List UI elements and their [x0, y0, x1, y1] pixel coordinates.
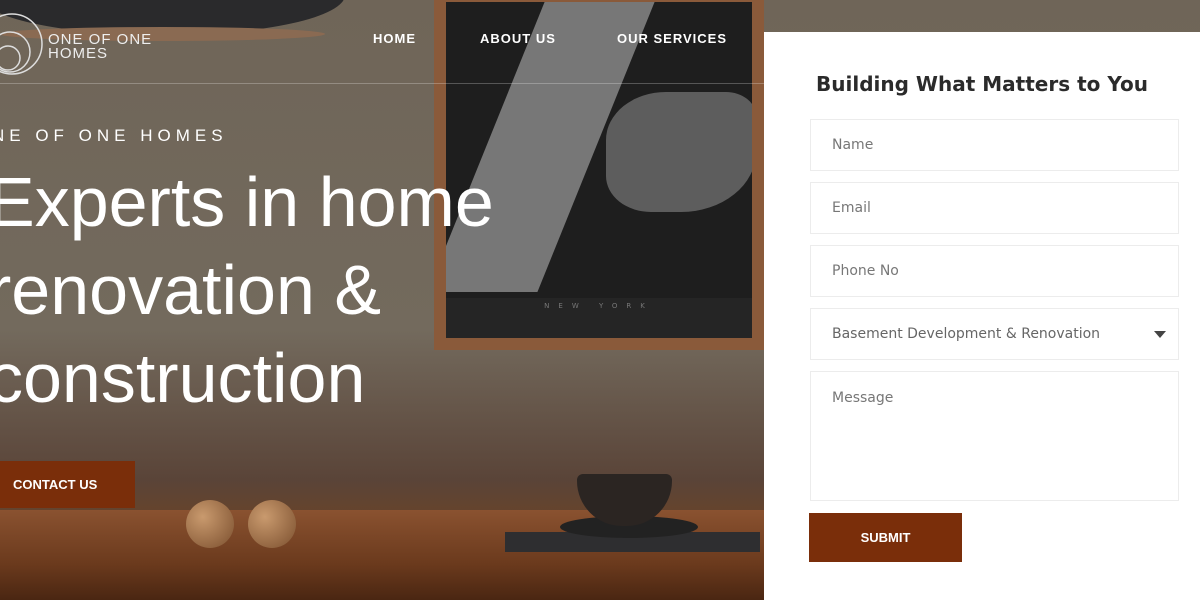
nav-our-services[interactable]: OUR SERVICES: [617, 31, 727, 46]
contact-us-button[interactable]: CONTACT US: [0, 461, 135, 508]
phone-input[interactable]: Phone No: [810, 245, 1179, 297]
message-textarea[interactable]: Message: [810, 371, 1179, 501]
form-title: Building What Matters to You: [816, 72, 1148, 96]
name-input[interactable]: Name: [810, 119, 1179, 171]
wood-ball-image: [248, 500, 296, 548]
nav-about-us[interactable]: ABOUT US: [480, 31, 556, 46]
submit-button[interactable]: SUBMIT: [809, 513, 962, 562]
email-input[interactable]: Email: [810, 182, 1179, 234]
logo-icon[interactable]: [0, 12, 48, 76]
wood-ball-image: [186, 500, 234, 548]
chevron-down-icon: [1154, 331, 1166, 338]
hero-headline: Experts in home renovation & construction: [0, 163, 494, 417]
logo-text[interactable]: ONE OF ONE HOMES: [48, 32, 152, 61]
service-select-value: Basement Development & Renovation: [832, 326, 1101, 342]
nav-home[interactable]: HOME: [373, 31, 416, 46]
contact-form-panel: Building What Matters to You Name Email …: [764, 32, 1200, 600]
hero-eyebrow: NE OF ONE HOMES: [0, 126, 228, 145]
service-select[interactable]: Basement Development & Renovation: [810, 308, 1179, 360]
